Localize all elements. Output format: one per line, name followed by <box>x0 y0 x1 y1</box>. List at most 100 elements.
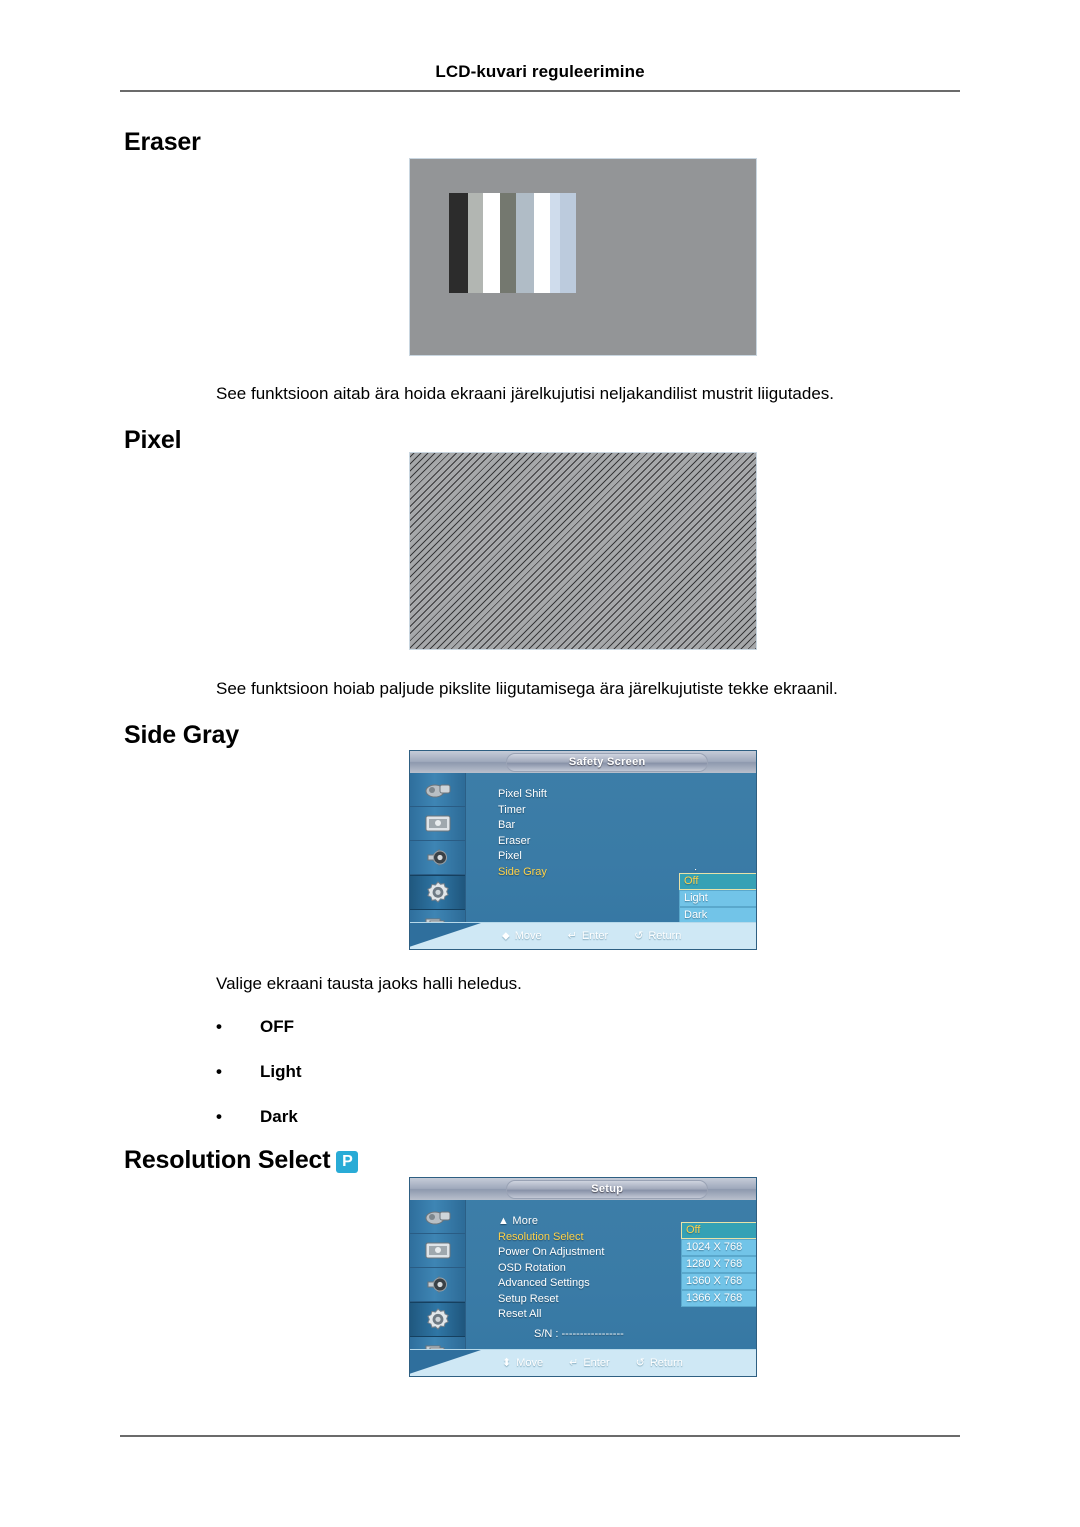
section-title-text: Resolution Select <box>124 1146 331 1174</box>
eraser-bar <box>516 193 534 293</box>
enter-icon: ↵ <box>567 929 577 942</box>
move-icon: ⬍ <box>502 1356 512 1369</box>
hint-label: Move <box>516 1357 544 1369</box>
input-source-icon <box>423 780 453 800</box>
osd-title-bar: Setup <box>410 1178 756 1200</box>
menu-item[interactable]: Pixel Shift <box>498 787 547 803</box>
menu-item[interactable]: Eraser <box>498 834 547 850</box>
section-title-side-gray: Side Gray <box>124 721 239 749</box>
sidebar-item-input-source[interactable] <box>410 1200 465 1234</box>
menu-item[interactable]: Bar <box>498 818 547 834</box>
setup-gear-icon <box>425 880 451 905</box>
menu-item-label: Pixel <box>498 850 522 862</box>
hint-label: Move <box>514 930 542 942</box>
document-page: LCD-kuvari reguleerimine Eraser See funk… <box>0 0 1080 1527</box>
side-gray-dropdown[interactable]: Off Light Dark <box>679 873 756 924</box>
menu-item-label: Advanced Settings <box>498 1277 590 1289</box>
running-header: LCD-kuvari reguleerimine <box>435 62 645 81</box>
dropdown-option-off[interactable]: Off <box>679 873 756 890</box>
hint-label: Return <box>648 930 682 942</box>
list-item: • OFF <box>216 1018 302 1035</box>
serial-number-label: S/N : ----------------- <box>534 1328 624 1340</box>
eraser-description: See funktsioon aitab ära hoida ekraani j… <box>216 384 835 403</box>
section-title-eraser: Eraser <box>124 128 201 156</box>
osd-title-bar: Safety Screen <box>410 751 756 773</box>
dropdown-option-1280x768[interactable]: 1280 X 768 <box>681 1256 756 1273</box>
sidebar-item-setup[interactable] <box>410 875 465 910</box>
hint-enter: ↵ Enter <box>569 1357 610 1369</box>
menu-item-label: Power On Adjustment <box>498 1246 605 1258</box>
sound-icon <box>425 1274 451 1295</box>
sidebar-item-sound[interactable] <box>410 1268 465 1302</box>
eraser-bar <box>500 193 516 293</box>
dropdown-option-light[interactable]: Light <box>679 890 756 907</box>
enter-icon: ↵ <box>569 1356 579 1369</box>
osd-menu-list: ▲ More Resolution Select : Power On Adju… <box>498 1214 697 1323</box>
menu-item[interactable]: Pixel <box>498 849 547 865</box>
picture-icon <box>423 813 453 834</box>
bullet-dot: • <box>216 1107 222 1126</box>
eraser-bar <box>560 193 576 293</box>
osd-title: Setup <box>506 1180 709 1199</box>
menu-item-label: ▲ More <box>498 1215 539 1227</box>
menu-item-more[interactable]: ▲ More <box>498 1214 604 1230</box>
header-divider <box>120 90 960 92</box>
pixel-pattern-image <box>409 452 757 650</box>
list-item-label: Light <box>260 1062 302 1081</box>
dropdown-option-1360x768[interactable]: 1360 X 768 <box>681 1273 756 1290</box>
osd-content: ▲ More Resolution Select : Power On Adju… <box>466 1200 756 1350</box>
menu-item-side-gray[interactable]: Side Gray : <box>498 865 697 881</box>
section-title-resolution-select: Resolution Select P <box>124 1146 359 1174</box>
bullet-dot: • <box>216 1017 222 1036</box>
menu-item-label: Reset All <box>498 1308 542 1320</box>
dropdown-option-1024x768[interactable]: 1024 X 768 <box>681 1239 756 1256</box>
move-icon: ⬥ <box>502 929 510 942</box>
menu-item-label: Bar <box>498 819 516 831</box>
osd-menu-list: Pixel Shift Timer Bar Eraser Pixel Side … <box>498 787 697 881</box>
menu-item-power-on-adjustment[interactable]: Power On Adjustment <box>498 1245 604 1261</box>
menu-item-advanced-settings[interactable]: Advanced Settings <box>498 1276 604 1292</box>
menu-item-setup-reset[interactable]: Setup Reset <box>498 1292 604 1308</box>
sound-icon <box>425 847 451 868</box>
pc-mode-badge-icon: P <box>336 1151 359 1173</box>
osd-hint-group: ⬍ Move ↵ Enter ↺ Return <box>502 1350 683 1376</box>
osd-hint-bar: ⬥ Move ↵ Enter ↺ Return <box>410 922 756 949</box>
eraser-bar <box>468 193 483 293</box>
menu-item-resolution-select[interactable]: Resolution Select : <box>498 1230 697 1246</box>
hint-enter: ↵ Enter <box>568 930 609 942</box>
hint-return: ↺ Return <box>634 930 681 942</box>
sidebar-item-setup[interactable] <box>410 1302 465 1337</box>
sidebar-item-picture[interactable] <box>410 807 465 841</box>
hint-label: Return <box>649 1357 683 1369</box>
sidebar-item-picture[interactable] <box>410 1234 465 1268</box>
menu-item-label: Side Gray <box>498 865 547 878</box>
osd-hint-bar: ⬍ Move ↵ Enter ↺ Return <box>410 1349 756 1376</box>
osd-title: Safety Screen <box>506 753 709 772</box>
menu-item[interactable]: Timer <box>498 803 547 819</box>
menu-item-label: Pixel Shift <box>498 788 547 800</box>
return-icon: ↺ <box>635 1356 645 1369</box>
picture-icon <box>423 1240 453 1261</box>
pixel-description: See funktsioon hoiab paljude pikslite li… <box>216 679 838 698</box>
section-title-pixel: Pixel <box>124 426 182 454</box>
menu-item-osd-rotation[interactable]: OSD Rotation : <box>498 1261 697 1277</box>
dropdown-option-1366x768[interactable]: 1366 X 768 <box>681 1290 756 1307</box>
sidebar-item-sound[interactable] <box>410 841 465 875</box>
dropdown-option-off[interactable]: Off <box>681 1222 756 1239</box>
menu-item-label: OSD Rotation <box>498 1261 566 1274</box>
resolution-select-dropdown[interactable]: Off 1024 X 768 1280 X 768 1360 X 768 136… <box>681 1222 756 1307</box>
osd-hint-bar-corner <box>410 923 488 949</box>
footer-divider <box>120 1435 960 1437</box>
hint-move: ⬍ Move <box>502 1357 543 1369</box>
hint-move: ⬥ Move <box>502 930 542 942</box>
setup-osd: Setup ▲ More Resolution Select Power On … <box>409 1177 757 1377</box>
menu-item-reset-all[interactable]: Reset All <box>498 1307 604 1323</box>
eraser-bar <box>449 193 468 293</box>
osd-hint-group: ⬥ Move ↵ Enter ↺ Return <box>502 923 681 949</box>
sidebar-item-input-source[interactable] <box>410 773 465 807</box>
eraser-bar <box>483 193 500 293</box>
menu-item-label: Eraser <box>498 834 531 847</box>
list-item-label: Dark <box>260 1107 298 1126</box>
eraser-bar <box>550 193 560 293</box>
menu-item-label: Setup Reset <box>498 1292 559 1305</box>
